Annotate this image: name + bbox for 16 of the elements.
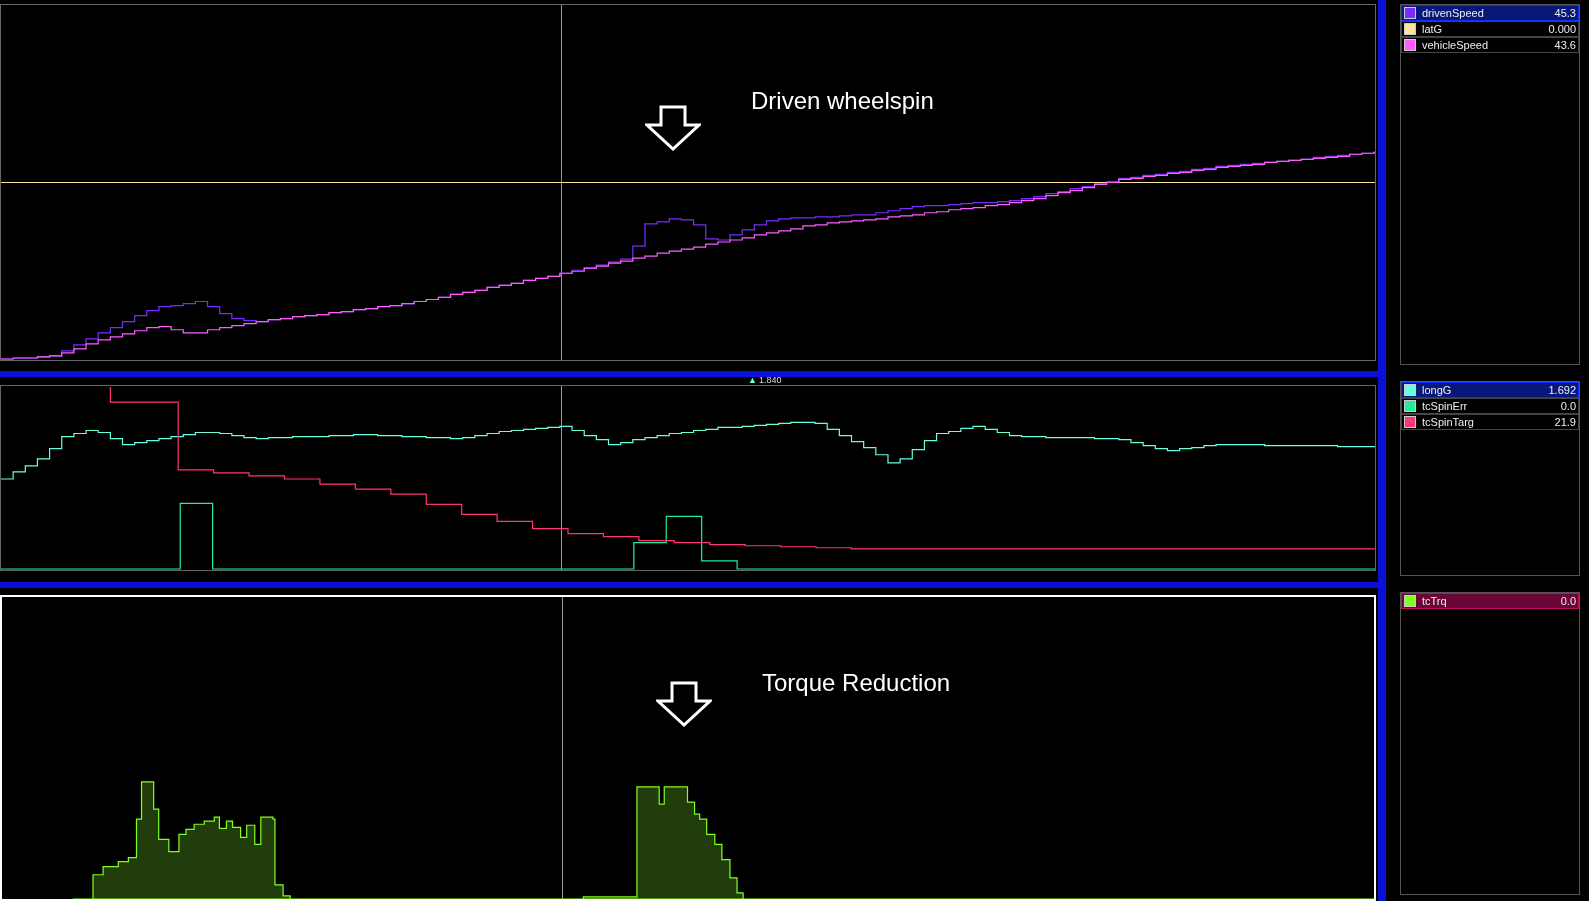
cursor-readout: ▲ 1.840	[748, 374, 782, 387]
legend-item[interactable]: drivenSpeed 45.3	[1401, 5, 1579, 21]
legend-item[interactable]: longG 1.692	[1401, 382, 1579, 398]
annotation-text: Torque Reduction	[762, 668, 951, 698]
legend-item[interactable]: tcTrq 0.0	[1401, 593, 1579, 609]
legend-item[interactable]: latG 0.000	[1401, 21, 1579, 37]
annotation-text: Driven wheelspin	[751, 86, 934, 116]
splitter-bar[interactable]	[0, 582, 1386, 588]
splitter-bar[interactable]	[1378, 588, 1386, 901]
legend-item[interactable]: tcSpinTarg 21.9	[1401, 414, 1579, 430]
legend-item[interactable]: vehicleSpeed 43.6	[1401, 37, 1579, 53]
legend-item[interactable]: tcSpinErr 0.0	[1401, 398, 1579, 414]
down-arrow-icon	[645, 105, 701, 151]
splitter-bar[interactable]	[1378, 0, 1386, 371]
splitter-bar[interactable]	[0, 371, 1386, 377]
down-arrow-icon	[656, 681, 712, 727]
